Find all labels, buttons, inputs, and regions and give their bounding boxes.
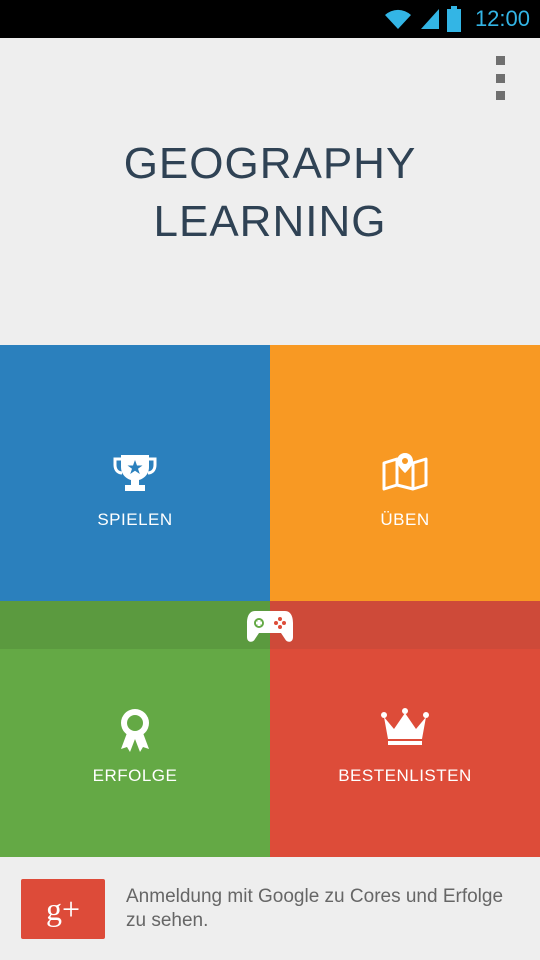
play-label: SPIELEN bbox=[97, 510, 173, 529]
app-title-line-2: LEARNING bbox=[153, 197, 387, 246]
leaderboards-label: BESTENLISTEN bbox=[338, 766, 472, 785]
google-plus-signin-button[interactable]: g+ bbox=[21, 879, 105, 939]
menu-dot bbox=[495, 56, 505, 65]
games-band-left bbox=[0, 601, 270, 649]
practice-tile[interactable]: ÜBEN bbox=[270, 345, 540, 601]
app-title-line-1: GEOGRAPHY bbox=[123, 139, 417, 188]
badge-icon bbox=[121, 709, 149, 752]
gamepad-icon[interactable] bbox=[245, 607, 295, 645]
crown-icon bbox=[381, 708, 429, 745]
achievements-label: ERFOLGE bbox=[92, 766, 178, 785]
status-time: 12:00 bbox=[474, 6, 530, 31]
trophy-icon bbox=[113, 455, 157, 491]
status-icons: 12:00 bbox=[383, 0, 530, 38]
play-tile[interactable]: SPIELEN bbox=[0, 345, 270, 601]
status-bar: 12:00 bbox=[0, 0, 540, 38]
map-icon bbox=[382, 453, 428, 491]
games-band-right bbox=[270, 601, 540, 649]
signin-prompt-text: Anmeldung mit Google zu Cores und Erfolg… bbox=[126, 886, 504, 931]
cell-signal-icon bbox=[420, 9, 439, 29]
battery-icon bbox=[446, 6, 461, 32]
menu-dot bbox=[495, 73, 505, 83]
app-header: GEOGRAPHY LEARNING bbox=[0, 38, 540, 345]
overflow-menu-icon[interactable] bbox=[488, 56, 512, 100]
signin-bar: g+ Anmeldung mit Google zu Cores und Erf… bbox=[0, 857, 540, 960]
menu-dot bbox=[495, 91, 505, 100]
wifi-icon bbox=[384, 9, 411, 29]
practice-label: ÜBEN bbox=[380, 510, 430, 529]
